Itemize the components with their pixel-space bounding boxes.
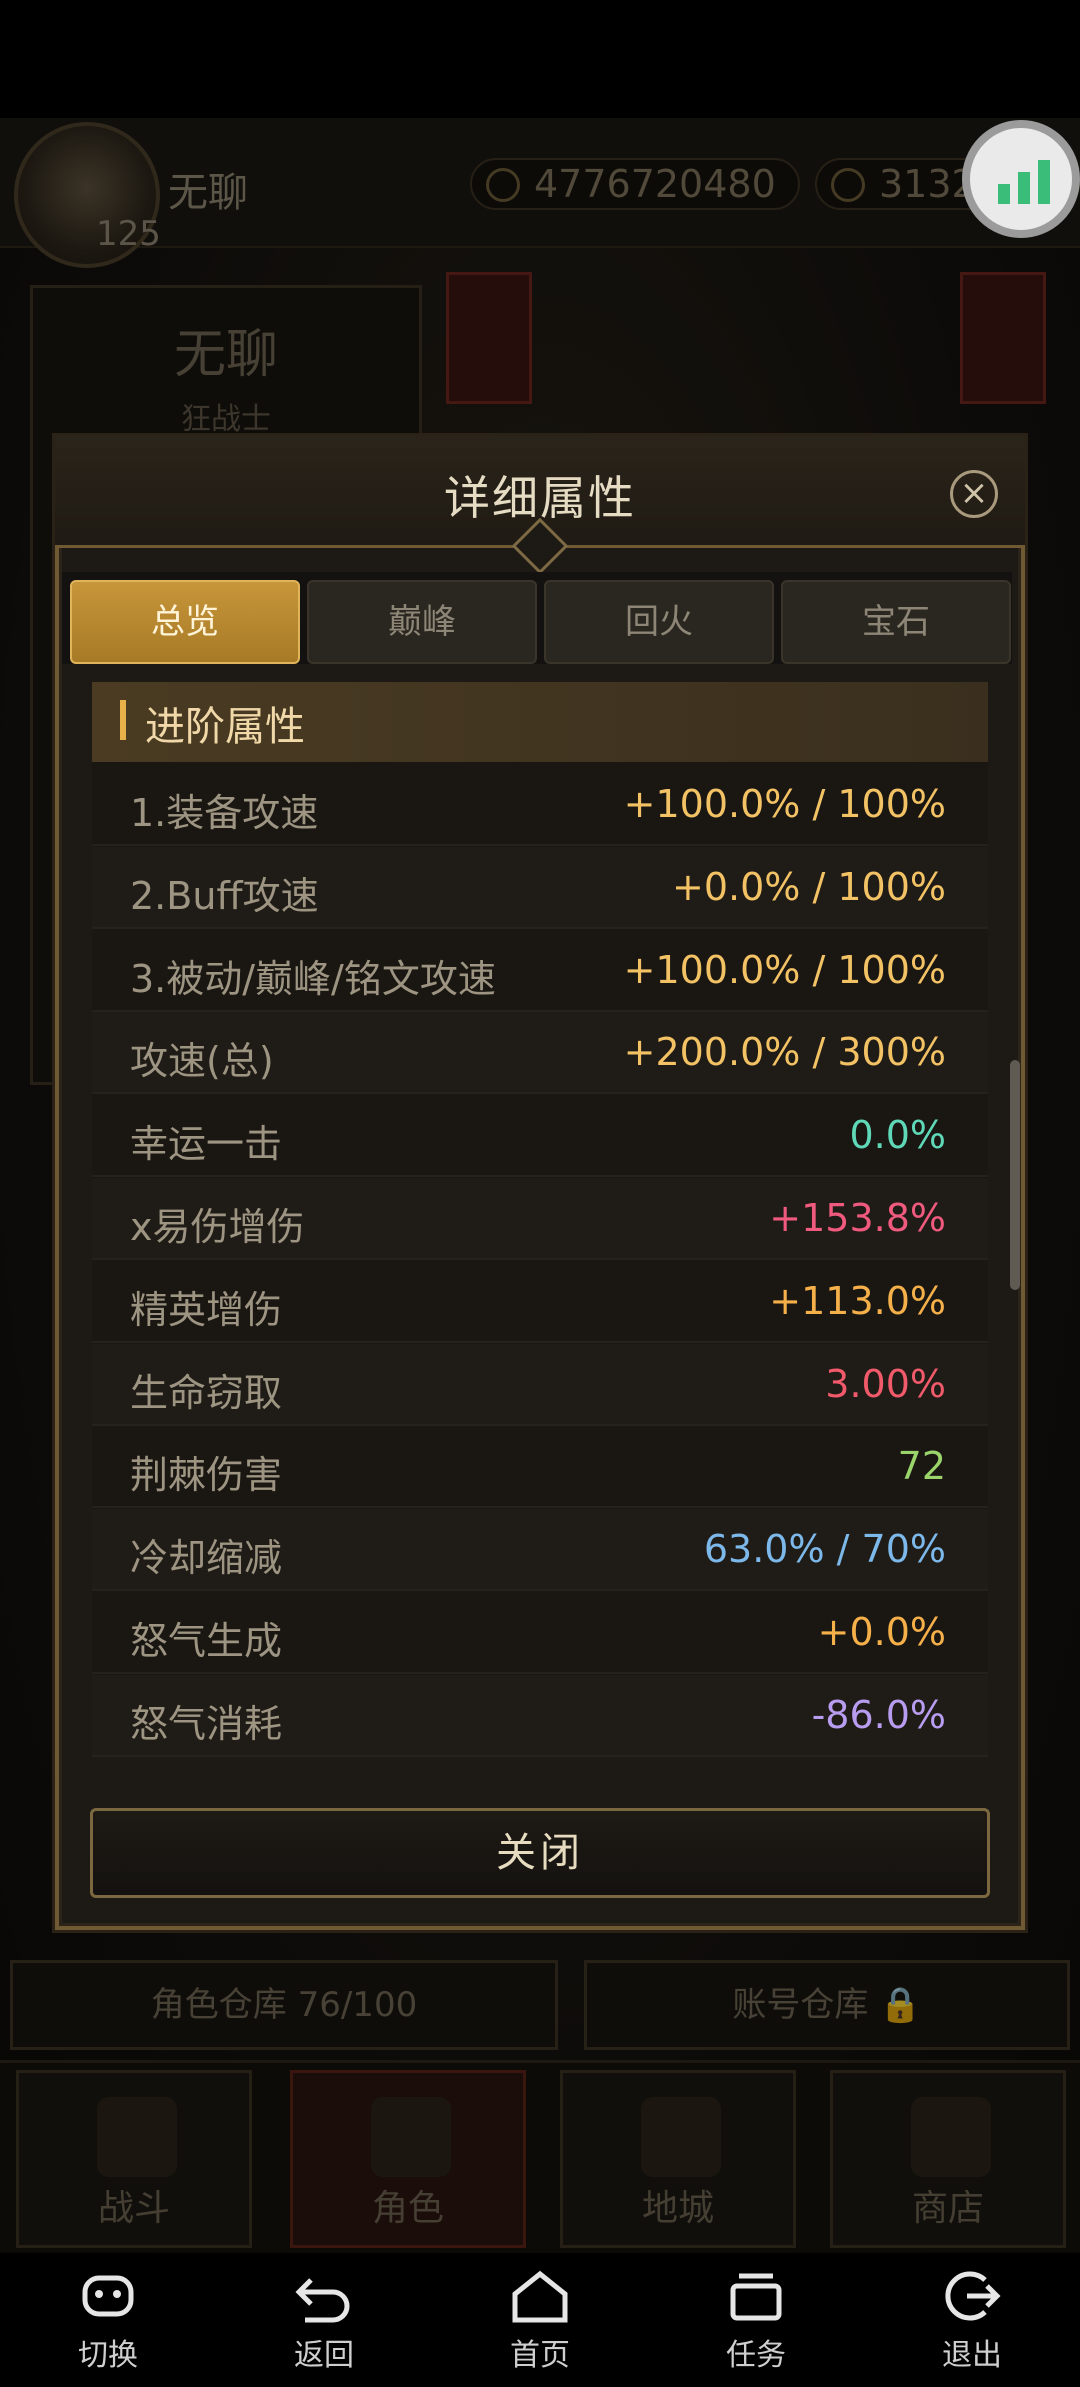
nav-label: 返回 xyxy=(294,2338,354,2373)
attribute-label: 2.Buff攻速 xyxy=(130,874,319,918)
nav-label: 切换 xyxy=(78,2338,138,2373)
attribute-row: 怒气消耗 -86.0% xyxy=(92,1675,988,1757)
attribute-label: 生命窃取 xyxy=(130,1371,283,1415)
attribute-row: 攻速(总) +200.0% / 300% xyxy=(92,1012,988,1094)
tab-gems[interactable]: 宝石 xyxy=(781,580,1011,664)
attribute-label: 荆棘伤害 xyxy=(130,1453,283,1497)
nav-tasks[interactable]: 任务 xyxy=(686,2268,826,2374)
bar-chart-icon xyxy=(998,160,1050,204)
attribute-value: 72 xyxy=(897,1444,946,1488)
nav-home[interactable]: 首页 xyxy=(470,2268,610,2374)
tab-tempering[interactable]: 回火 xyxy=(544,580,774,664)
list-scrollbar[interactable] xyxy=(1010,1060,1020,1290)
attribute-value: +100.0% / 100% xyxy=(623,948,946,992)
tab-overview[interactable]: 总览 xyxy=(70,580,300,664)
attribute-value: 63.0% / 70% xyxy=(703,1527,946,1571)
attribute-row: 精英增伤 +113.0% xyxy=(92,1261,988,1343)
exit-icon xyxy=(945,2271,1001,2321)
attribute-row: 怒气生成 +0.0% xyxy=(92,1592,988,1674)
attribute-label: 1.装备攻速 xyxy=(130,791,319,835)
attribute-label: x易伤增伤 xyxy=(130,1205,305,1249)
attribute-label: 怒气消耗 xyxy=(130,1702,283,1746)
close-button[interactable]: 关闭 xyxy=(90,1808,990,1898)
section-marker xyxy=(120,700,126,740)
attribute-label: 精英增伤 xyxy=(130,1288,283,1332)
attribute-label: 怒气生成 xyxy=(130,1619,283,1663)
attribute-value: 3.00% xyxy=(825,1362,946,1406)
nav-label: 退出 xyxy=(942,2338,1002,2373)
nav-exit[interactable]: 退出 xyxy=(902,2268,1042,2374)
floating-stats-button[interactable] xyxy=(962,120,1080,238)
attribute-value: 0.0% xyxy=(849,1113,946,1157)
tasks-icon xyxy=(730,2273,782,2321)
attribute-row: 生命窃取 3.00% xyxy=(92,1344,988,1426)
attribute-row: x易伤增伤 +153.8% xyxy=(92,1178,988,1260)
attribute-value: +200.0% / 300% xyxy=(623,1030,946,1074)
attribute-row: 幸运一击 0.0% xyxy=(92,1095,988,1177)
attribute-row: 冷却缩减 63.0% / 70% xyxy=(92,1509,988,1591)
nav-back[interactable]: 返回 xyxy=(254,2268,394,2374)
tab-peak[interactable]: 巅峰 xyxy=(307,580,537,664)
attribute-row: 荆棘伤害 72 xyxy=(92,1426,988,1508)
section-title: 进阶属性 xyxy=(145,704,305,750)
attribute-row: 1.装备攻速 +100.0% / 100% xyxy=(92,764,988,846)
attribute-label: 3.被动/巅峰/铭文攻速 xyxy=(130,957,496,1001)
attribute-label: 冷却缩减 xyxy=(130,1536,283,1580)
attribute-value: +0.0% / 100% xyxy=(672,865,946,909)
attribute-value: +0.0% xyxy=(817,1610,946,1654)
attribute-label: 幸运一击 xyxy=(130,1122,283,1166)
home-icon xyxy=(512,2270,568,2323)
attribute-value: +113.0% xyxy=(769,1279,946,1323)
switch-icon xyxy=(82,2275,134,2317)
attribute-value: +100.0% / 100% xyxy=(623,782,946,826)
attribute-value: -86.0% xyxy=(811,1693,946,1737)
nav-label: 任务 xyxy=(726,2338,786,2373)
attribute-label: 攻速(总) xyxy=(130,1039,274,1083)
close-icon[interactable]: × xyxy=(950,470,998,518)
nav-switch[interactable]: 切换 xyxy=(38,2268,178,2374)
attribute-value: +153.8% xyxy=(769,1196,946,1240)
attribute-row: 3.被动/巅峰/铭文攻速 +100.0% / 100% xyxy=(92,930,988,1012)
nav-label: 首页 xyxy=(510,2338,570,2373)
back-arrow-icon xyxy=(295,2278,350,2323)
attribute-row: 2.Buff攻速 +0.0% / 100% xyxy=(92,847,988,929)
